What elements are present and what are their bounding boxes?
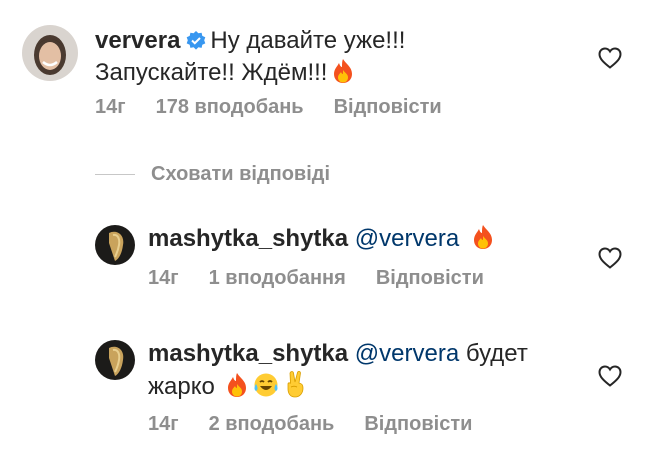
verified-badge-icon (187, 31, 206, 50)
username[interactable]: mashytka_shytka (148, 340, 348, 367)
avatar[interactable] (95, 340, 135, 380)
reply-button[interactable]: Відповісти (364, 413, 472, 435)
tears-of-joy-emoji (254, 373, 278, 397)
username[interactable]: ververa (95, 27, 180, 54)
avatar[interactable] (22, 25, 78, 81)
reply-meta: 14г 1 вподобання Відповісти (148, 267, 514, 290)
reply-meta: 14г 2 вподобань Відповісти (148, 413, 502, 436)
heart-outline-icon[interactable] (598, 365, 622, 387)
reply-text: mashytka_shytka @ververa (148, 223, 588, 255)
reply-button[interactable]: Відповісти (334, 96, 442, 118)
fire-emoji (334, 59, 353, 83)
likes-count[interactable]: 178 вподобань (156, 96, 304, 118)
comment-line-1: Ну давайте уже!!! (210, 27, 406, 54)
fire-emoji (227, 373, 246, 397)
reply-line-2: жарко (148, 373, 215, 400)
divider (95, 173, 135, 175)
reply-2: mashytka_shytka @ververa будет жарко 14г… (0, 335, 660, 465)
comment-meta: 14г 178 вподобань Відповісти (95, 96, 472, 119)
mention-link[interactable]: @ververa (355, 225, 459, 252)
comment-text: ververa Ну давайте уже!!! Запускайте!! Жд… (95, 25, 595, 89)
hide-replies-toggle[interactable]: Сховати відповіді (95, 160, 330, 188)
heart-outline-icon[interactable] (598, 47, 622, 69)
avatar[interactable] (95, 225, 135, 265)
comment-line-2: Запускайте!! Ждём!!! (95, 59, 328, 86)
username[interactable]: mashytka_shytka (148, 225, 348, 252)
reply-text: mashytka_shytka @ververa будет жарко (148, 338, 588, 403)
likes-count[interactable]: 1 вподобання (209, 267, 346, 289)
timestamp: 14г (95, 96, 126, 118)
reply-1: mashytka_shytka @ververa 14г 1 вподобання… (0, 215, 660, 305)
reply-text-part: будет (465, 340, 528, 367)
fire-emoji (474, 225, 493, 249)
timestamp: 14г (148, 267, 179, 289)
comment-ververa: ververa Ну давайте уже!!! Запускайте!! Жд… (0, 0, 660, 150)
victory-hand-emoji (287, 370, 304, 398)
mention-link[interactable]: @ververa (355, 340, 459, 367)
reply-button[interactable]: Відповісти (376, 267, 484, 289)
hide-replies-label[interactable]: Сховати відповіді (151, 163, 330, 186)
heart-outline-icon[interactable] (598, 247, 622, 269)
timestamp: 14г (148, 413, 179, 435)
likes-count[interactable]: 2 вподобань (209, 413, 335, 435)
